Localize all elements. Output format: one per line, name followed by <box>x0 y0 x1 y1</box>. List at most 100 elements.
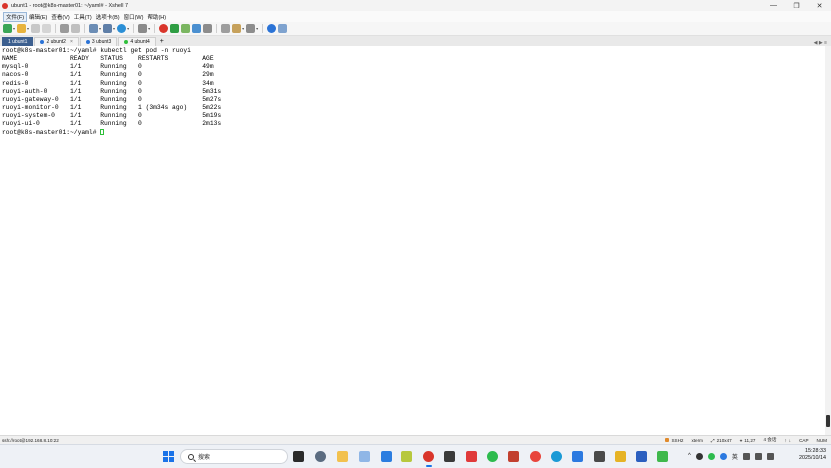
session-status-icon <box>40 40 45 44</box>
tab-ubunt1[interactable]: 1 ubunt1 <box>2 37 34 46</box>
menu-edit[interactable]: 编辑(E) <box>27 13 49 21</box>
windows-start-icon[interactable] <box>163 451 174 462</box>
protocol-label: SSH2 <box>671 437 684 443</box>
navicat-icon[interactable] <box>508 451 519 462</box>
menu-window[interactable]: 窗口(W) <box>122 13 146 21</box>
copy-icon[interactable] <box>60 24 70 33</box>
xshell-icon[interactable] <box>159 24 169 33</box>
close-button[interactable]: ✕ <box>808 0 831 11</box>
font-icon[interactable] <box>138 24 148 33</box>
xftp-icon[interactable] <box>170 24 180 33</box>
terminal-scrollbar[interactable] <box>825 46 831 435</box>
arrow-up-icon[interactable]: ↑ <box>784 438 786 443</box>
chevron-down-icon[interactable]: ▾ <box>27 26 29 31</box>
terminal-pane[interactable]: root@k8s-master01:~/yaml# kubectl get po… <box>0 46 825 435</box>
menu-help[interactable]: 帮助(H) <box>145 13 168 21</box>
resize-icon: ⤢ <box>710 437 715 443</box>
input-method-indicator[interactable]: 英 <box>732 452 738 461</box>
terminal-app-icon[interactable] <box>444 451 455 462</box>
feishu-tray-icon[interactable] <box>719 452 727 460</box>
print-icon[interactable] <box>89 24 99 33</box>
taskbar-search-box[interactable]: 搜索 <box>180 449 288 464</box>
menu-file[interactable]: 文件(F) <box>3 11 28 22</box>
word-icon[interactable] <box>636 451 647 462</box>
xshell-app-icon <box>2 2 8 9</box>
wechat-tray-icon[interactable] <box>707 452 715 460</box>
tab-ubunt2[interactable]: 2 ubunt2 × <box>34 37 79 46</box>
session-tab-bar: 1 ubunt1 2 ubunt2 × 3 ubunt3 4 ubunt4 + … <box>0 36 831 46</box>
tab-ubunt3[interactable]: 3 ubunt3 <box>79 37 118 46</box>
scrollbar-thumb[interactable] <box>826 415 830 427</box>
pdf-reader-icon[interactable] <box>466 451 477 462</box>
transfer-icon[interactable] <box>192 24 202 33</box>
window-title: ubunt1 - root@k8s-master01: ~/yaml# - Xs… <box>11 2 129 9</box>
taskbar-clock[interactable]: 15:28:33 2025/10/14 <box>790 448 826 462</box>
maximize-button[interactable]: ❐ <box>785 0 808 11</box>
new-session-icon[interactable] <box>3 24 12 33</box>
reconnect-icon[interactable] <box>42 24 52 33</box>
battery-icon[interactable] <box>766 452 774 460</box>
system-tray: ^ 英 <box>688 450 774 462</box>
terminal-line: ruoyi-monitor-0 1/1 Running 1 (3m34s ago… <box>2 104 222 112</box>
chevron-down-icon[interactable]: ▾ <box>242 26 244 31</box>
remote-desktop-icon[interactable] <box>657 451 668 462</box>
add-tab-button[interactable]: + <box>157 37 167 46</box>
task-view-icon[interactable] <box>293 451 304 462</box>
wechat-icon[interactable] <box>487 451 498 462</box>
terminal-line: ruoyi-system-0 1/1 Running 0 5m19s <box>2 112 222 120</box>
lock-icon[interactable] <box>232 24 242 33</box>
wifi-icon[interactable] <box>742 452 750 460</box>
terminal-settings-icon[interactable] <box>103 24 113 33</box>
terminal-line: root@k8s-master01:~/yaml# kubectl get po… <box>2 47 191 54</box>
layout-icon[interactable] <box>246 24 256 33</box>
session-status-icon <box>124 40 129 44</box>
toolbar: ▾ ▾ ▾ ▾ ▾ ▾ ▾ ▾ <box>0 22 831 36</box>
edge-icon[interactable] <box>551 451 562 462</box>
chevron-down-icon[interactable]: ▾ <box>148 26 150 31</box>
chevron-down-icon[interactable]: ▾ <box>113 26 115 31</box>
menu-tools[interactable]: 工具(T) <box>72 13 94 21</box>
chevron-up-icon[interactable]: ^ <box>688 453 691 459</box>
disconnect-icon[interactable] <box>31 24 41 33</box>
tab-ubunt4[interactable]: 4 ubunt4 <box>118 37 156 46</box>
tab-label: 4 ubunt4 <box>130 39 150 45</box>
network-tray-icon[interactable] <box>695 452 703 460</box>
chrome-icon[interactable] <box>530 451 541 462</box>
chevron-down-icon[interactable]: ▾ <box>99 26 101 31</box>
arrow-down-icon[interactable]: ↓ <box>789 438 791 443</box>
minimize-button[interactable]: — <box>762 0 785 11</box>
chevron-down-icon[interactable]: ▾ <box>13 26 15 31</box>
menu-tab[interactable]: 选项卡(B) <box>94 13 122 21</box>
script-icon[interactable] <box>203 24 213 33</box>
vmware-icon[interactable] <box>359 451 370 462</box>
typora-icon[interactable] <box>594 451 605 462</box>
fullscreen-icon[interactable] <box>181 24 191 33</box>
volume-icon[interactable] <box>754 452 762 460</box>
feishu-icon[interactable] <box>572 451 583 462</box>
clock-time: 15:28:33 <box>805 448 826 454</box>
menu-view[interactable]: 查看(V) <box>49 13 71 21</box>
scroll-arrows[interactable]: ↑ ↓ <box>780 438 795 443</box>
globe-icon[interactable] <box>117 24 127 33</box>
chevron-down-icon[interactable]: ▾ <box>256 26 258 31</box>
active-app-indicator <box>426 465 432 467</box>
settings-gear-icon[interactable] <box>315 451 326 462</box>
open-folder-icon[interactable] <box>17 24 27 33</box>
keyboard-icon[interactable] <box>221 24 231 33</box>
file-explorer-icon[interactable] <box>337 451 348 462</box>
sticky-notes-icon[interactable] <box>615 451 626 462</box>
terminal-type: xterm <box>687 438 706 443</box>
chat-icon[interactable] <box>278 24 288 33</box>
close-icon[interactable]: × <box>70 39 73 45</box>
terminal-line: mysql-0 1/1 Running 0 49m <box>2 63 214 71</box>
vscode-icon[interactable] <box>381 451 392 462</box>
find-icon[interactable] <box>71 24 81 33</box>
help-icon[interactable] <box>267 24 277 33</box>
xshell-taskbar-icon[interactable] <box>423 451 434 462</box>
notepad-icon[interactable] <box>401 451 412 462</box>
terminal-line: ruoyi-gateway-0 1/1 Running 0 5m27s <box>2 95 222 103</box>
num-lock-indicator: NUM <box>816 437 827 443</box>
tab-label: 2 ubunt2 <box>46 39 66 45</box>
toolbar-divider <box>133 24 135 33</box>
chevron-down-icon[interactable]: ▾ <box>127 26 129 31</box>
